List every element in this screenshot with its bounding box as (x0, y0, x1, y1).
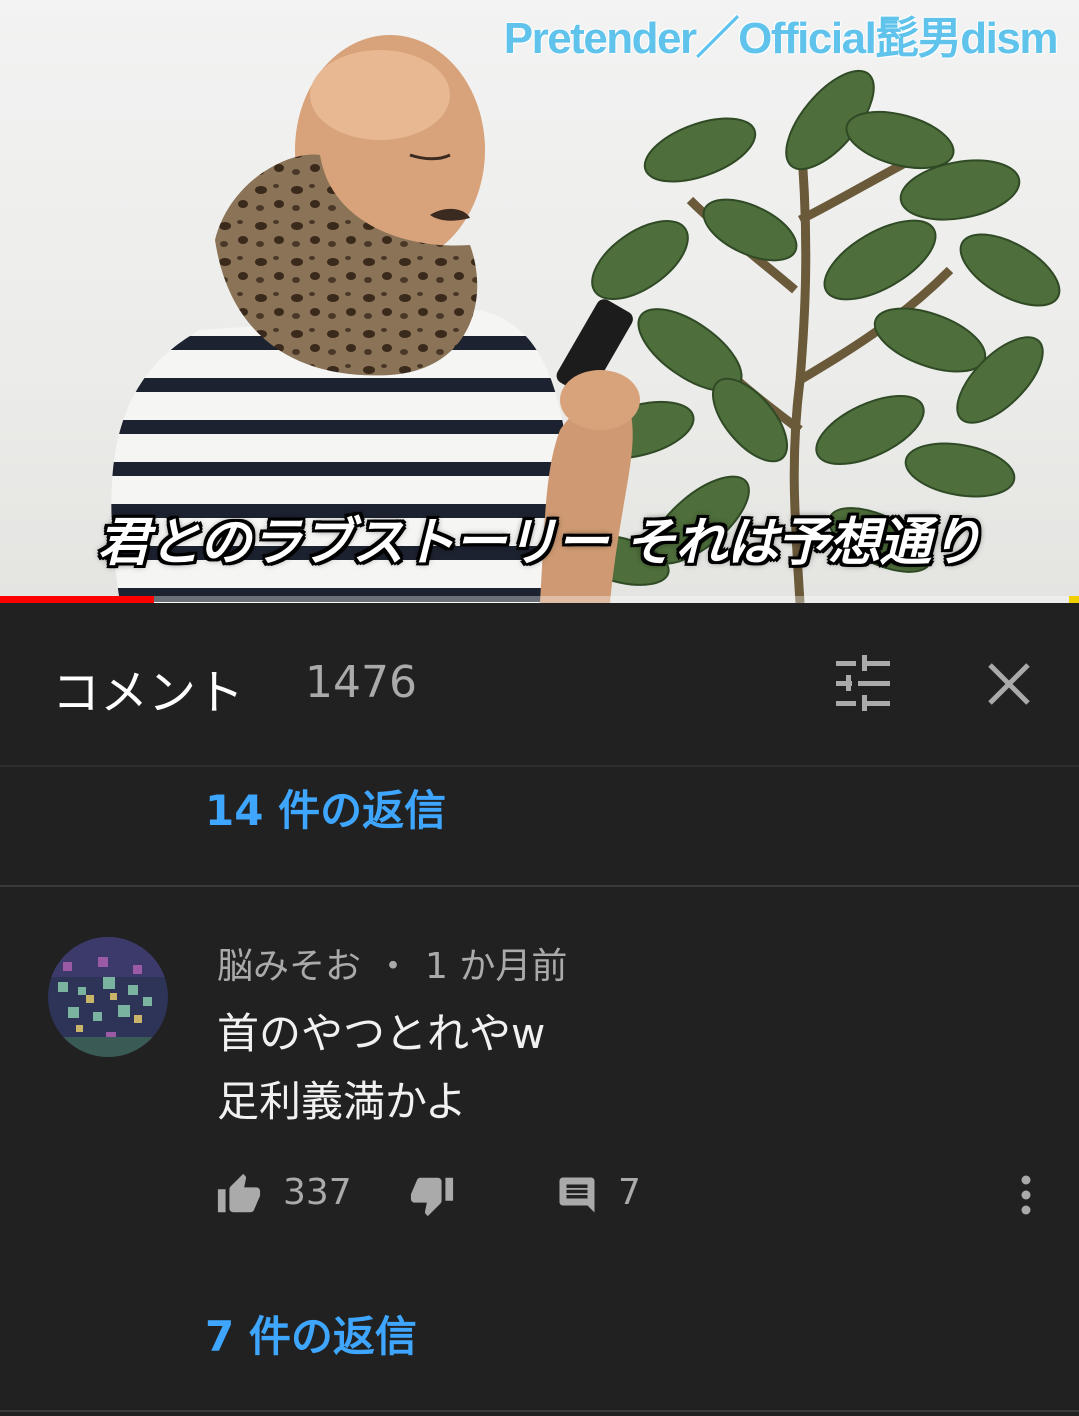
comments-title: コメント (52, 665, 245, 721)
comment-divider (0, 885, 1079, 887)
comment-divider (0, 1410, 1079, 1412)
lyric-subtitle: 君とのラブストーリー それは予想通り (97, 512, 983, 573)
close-icon[interactable] (980, 653, 1038, 715)
video-player[interactable]: Pretender／Official髭男dism 君とのラブストーリー それは予… (0, 0, 1079, 603)
comments-header: コメント 1476 (0, 603, 1079, 767)
comment-time: 1 か月前 (425, 946, 568, 987)
thumbs-up-icon[interactable] (216, 1172, 262, 1218)
comments-count: 1476 (305, 657, 417, 708)
progress-fill (0, 596, 155, 603)
reply-count: 7 (618, 1172, 641, 1213)
comment-text-line: 首のやつとれやw (217, 1009, 546, 1058)
thumbs-down-icon[interactable] (409, 1172, 455, 1218)
meta-separator: ・ (375, 946, 412, 987)
comment-icon[interactable] (556, 1172, 598, 1218)
video-progress-bar[interactable] (0, 596, 1079, 603)
comment-text-line: 足利義満かよ (217, 1077, 467, 1126)
sort-sliders-icon[interactable] (832, 653, 894, 715)
like-count: 337 (283, 1172, 352, 1213)
view-replies-link[interactable]: 14 件の返信 (205, 777, 446, 838)
more-vertical-icon[interactable] (1013, 1172, 1039, 1218)
view-replies-link[interactable]: 7 件の返信 (205, 1303, 417, 1364)
progress-end-marker (1069, 596, 1079, 603)
comment-author[interactable]: 脳みそお (217, 946, 361, 987)
avatar[interactable] (48, 937, 168, 1057)
video-title-overlay: Pretender／Official髭男dism (503, 14, 1059, 63)
comment-meta: 脳みそお・ 1 か月前 (217, 937, 567, 989)
